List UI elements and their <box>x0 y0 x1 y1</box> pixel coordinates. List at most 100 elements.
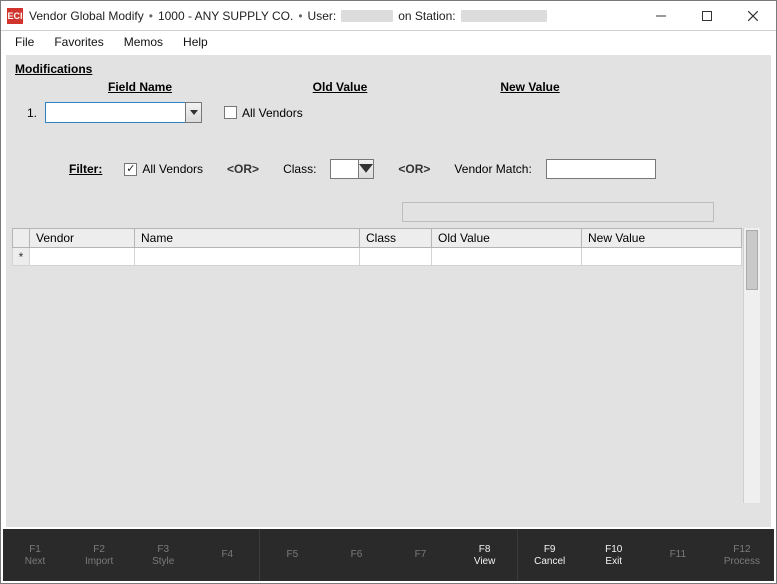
filter-all-vendors-checkbox[interactable] <box>124 163 137 176</box>
field-name-dropdown-button[interactable] <box>185 102 202 123</box>
fkey-key: F10 <box>605 544 622 555</box>
header-new-value: New Value <box>445 80 615 94</box>
close-button[interactable] <box>730 1 776 31</box>
fkey-key: F6 <box>351 549 363 560</box>
grid-cell[interactable] <box>360 248 432 266</box>
fkey-f10[interactable]: F10Exit <box>582 529 646 581</box>
minimize-button[interactable] <box>638 1 684 31</box>
menu-memos[interactable]: Memos <box>114 33 173 51</box>
fkey-key: F8 <box>479 544 491 555</box>
grid-header-name[interactable]: Name <box>135 229 360 248</box>
window-controls <box>638 1 776 31</box>
grid-new-row[interactable]: * <box>13 248 742 266</box>
menu-favorites[interactable]: Favorites <box>44 33 113 51</box>
all-vendors-checkbox[interactable] <box>224 106 237 119</box>
disabled-display-box <box>402 202 714 222</box>
all-vendors-label: All Vendors <box>242 106 303 120</box>
fkey-key: F12 <box>733 544 750 555</box>
fkey-f4[interactable]: F4 <box>195 529 259 581</box>
grid-header-class[interactable]: Class <box>360 229 432 248</box>
fkey-f9[interactable]: F9Cancel <box>517 529 582 581</box>
grid-cell[interactable] <box>432 248 582 266</box>
app-icon: ECI <box>7 8 23 24</box>
title-bar: ECI Vendor Global Modify • 1000 - ANY SU… <box>1 1 776 31</box>
grid-header-old-value[interactable]: Old Value <box>432 229 582 248</box>
menu-file[interactable]: File <box>5 33 44 51</box>
fkey-key: F7 <box>415 549 427 560</box>
fkey-f2[interactable]: F2Import <box>67 529 131 581</box>
fkey-f8[interactable]: F8View <box>453 529 517 581</box>
title-prefix: Vendor Global Modify <box>29 9 144 23</box>
menu-help[interactable]: Help <box>173 33 218 51</box>
all-vendors-checkbox-row[interactable]: All Vendors <box>224 106 303 120</box>
header-field-name: Field Name <box>45 80 235 94</box>
grid-wrap: Vendor Name Class Old Value New Value * <box>12 228 760 503</box>
window-title: Vendor Global Modify • 1000 - ANY SUPPLY… <box>29 9 547 23</box>
fkey-f11[interactable]: F11 <box>646 529 710 581</box>
filter-all-vendors-checkbox-wrap[interactable]: All Vendors <box>124 162 203 176</box>
fkey-key: F4 <box>221 549 233 560</box>
chevron-down-icon <box>190 110 198 116</box>
class-label: Class: <box>283 162 316 176</box>
fkey-f12[interactable]: F12Process <box>710 529 774 581</box>
filter-row: Filter: All Vendors <OR> Class: <OR> Ven… <box>7 159 770 179</box>
field-name-input[interactable] <box>45 102 185 123</box>
grid-header-row: Vendor Name Class Old Value New Value <box>13 229 742 248</box>
grid-cell[interactable] <box>135 248 360 266</box>
fkey-key: F1 <box>29 544 41 555</box>
fkey-label: Next <box>25 556 46 567</box>
fkey-label: Exit <box>605 556 622 567</box>
or-text-2: <OR> <box>398 162 430 176</box>
fkey-f1[interactable]: F1Next <box>3 529 67 581</box>
fkey-label: Style <box>152 556 174 567</box>
scrollbar-thumb[interactable] <box>746 230 758 290</box>
or-text-1: <OR> <box>227 162 259 176</box>
fkey-key: F11 <box>670 549 687 560</box>
title-station-label: on Station: <box>398 9 455 23</box>
title-separator: • <box>149 9 153 23</box>
grid-cell[interactable] <box>582 248 742 266</box>
modification-row-1: 1. All Vendors <box>7 102 770 123</box>
fkey-key: F2 <box>93 544 105 555</box>
class-input[interactable] <box>330 159 358 179</box>
minimize-icon <box>656 11 666 21</box>
field-name-combo[interactable] <box>45 102 202 123</box>
fkey-f5[interactable]: F5 <box>259 529 324 581</box>
fkey-f7[interactable]: F7 <box>388 529 452 581</box>
grid-header-vendor[interactable]: Vendor <box>30 229 135 248</box>
menu-bar: File Favorites Memos Help <box>1 31 776 53</box>
grid-header-new-value[interactable]: New Value <box>582 229 742 248</box>
fkey-label: View <box>474 556 496 567</box>
title-separator: • <box>298 9 302 23</box>
content-panel: Modifications Field Name Old Value New V… <box>6 55 771 527</box>
grid-cell[interactable] <box>30 248 135 266</box>
grid-corner <box>13 229 30 248</box>
fkey-key: F5 <box>287 549 299 560</box>
vertical-scrollbar[interactable] <box>743 228 760 503</box>
maximize-icon <box>702 11 712 21</box>
title-user-label: User: <box>308 9 337 23</box>
close-icon <box>748 11 758 21</box>
title-company: 1000 - ANY SUPPLY CO. <box>158 9 293 23</box>
chevron-down-icon <box>359 164 373 175</box>
fkey-f3[interactable]: F3Style <box>131 529 195 581</box>
class-combo[interactable] <box>330 159 374 179</box>
fkey-label: Import <box>85 556 113 567</box>
title-user-redacted <box>341 10 393 22</box>
class-dropdown-button[interactable] <box>358 159 374 179</box>
new-row-marker: * <box>13 248 30 266</box>
function-key-bar: F1NextF2ImportF3StyleF4F5F6F7F8ViewF9Can… <box>3 529 774 581</box>
fkey-f6[interactable]: F6 <box>324 529 388 581</box>
modifications-heading: Modifications <box>15 62 770 76</box>
vendor-match-label: Vendor Match: <box>454 162 531 176</box>
modification-column-headers: Field Name Old Value New Value <box>7 80 770 94</box>
fkey-label: Cancel <box>534 556 565 567</box>
fkey-key: F3 <box>157 544 169 555</box>
vendor-grid[interactable]: Vendor Name Class Old Value New Value * <box>12 228 742 266</box>
fkey-label: Process <box>724 556 760 567</box>
filter-label: Filter: <box>69 162 102 176</box>
header-old-value: Old Value <box>235 80 445 94</box>
vendor-match-input[interactable] <box>546 159 656 179</box>
maximize-button[interactable] <box>684 1 730 31</box>
fkey-key: F9 <box>544 544 556 555</box>
